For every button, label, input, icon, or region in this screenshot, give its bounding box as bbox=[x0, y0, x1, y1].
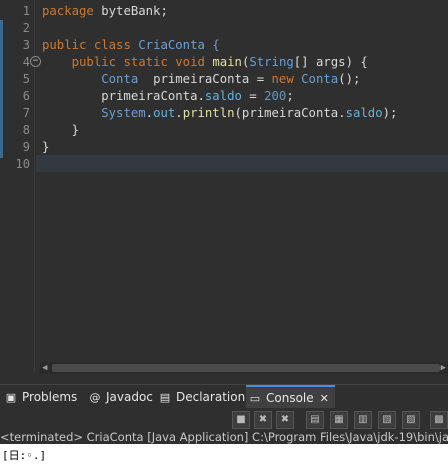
tab-problems[interactable]: ▣ Problems bbox=[4, 385, 78, 409]
open-console-icon[interactable]: ▩ bbox=[430, 411, 448, 429]
code-token: package bbox=[42, 4, 94, 18]
tab-label: Problems bbox=[22, 390, 78, 404]
tab-label: Console bbox=[266, 391, 314, 405]
code-token: String bbox=[249, 55, 294, 69]
code-token: public bbox=[42, 38, 87, 52]
code-token: new bbox=[271, 72, 294, 86]
code-token: byteBank; bbox=[93, 4, 168, 18]
code-editor[interactable]: − 1 package byteBank; 2 3 public class CriaC… bbox=[0, 0, 448, 380]
clear-console-icon[interactable]: ▨ bbox=[402, 411, 420, 429]
scroll-right-icon[interactable]: ▶ bbox=[441, 363, 446, 373]
word-wrap-icon[interactable]: ▥ bbox=[354, 411, 372, 429]
code-token: Conta bbox=[101, 72, 139, 86]
tab-console[interactable]: ▭ Console ✕ bbox=[246, 385, 335, 409]
bottom-panel-tabs: ▣ Problems @ Javadoc ▤ Declaration ▭ Console ✕ bbox=[0, 384, 448, 409]
tab-declaration[interactable]: ▤ Declaration bbox=[158, 385, 245, 409]
console-icon: ▭ bbox=[249, 392, 261, 405]
code-token: println bbox=[182, 106, 235, 120]
scroll-lock-icon[interactable]: ▦ bbox=[330, 411, 348, 429]
pin-console-icon[interactable]: ▧ bbox=[378, 411, 396, 429]
code-line[interactable]: public static void main(String[] args) { bbox=[42, 54, 368, 71]
code-token: System bbox=[101, 106, 146, 120]
line-number: 7 bbox=[22, 106, 30, 120]
line-number: 3 bbox=[22, 38, 30, 52]
code-token: public bbox=[71, 55, 117, 69]
console-toolbar: ■ ✖ ✖ ▤ ▦ ▥ ▧ ▨ ▩ bbox=[0, 408, 448, 430]
code-token: ; bbox=[286, 89, 294, 103]
line-number: 9 bbox=[22, 140, 30, 154]
code-token: (primeiraConta. bbox=[234, 106, 346, 120]
code-token: } bbox=[42, 140, 50, 154]
code-token: saldo bbox=[204, 89, 242, 103]
declaration-icon: ▤ bbox=[159, 391, 171, 404]
fold-toggle-icon[interactable]: − bbox=[30, 56, 41, 67]
code-token: . bbox=[175, 106, 183, 120]
show-console-icon[interactable]: ▤ bbox=[306, 411, 324, 429]
close-tab-icon[interactable]: ✕ bbox=[320, 392, 329, 405]
code-line[interactable]: Conta primeiraConta = new Conta(); bbox=[42, 71, 360, 88]
code-token: } bbox=[42, 123, 80, 137]
tab-label: Javadoc bbox=[106, 390, 153, 404]
line-number: 6 bbox=[22, 89, 30, 103]
scroll-left-icon[interactable]: ◀ bbox=[42, 363, 47, 373]
console-output-area[interactable]: [日:◦.] bbox=[0, 444, 448, 465]
code-line[interactable]: package byteBank; bbox=[42, 3, 168, 20]
line-number: 8 bbox=[22, 123, 30, 137]
code-token: primeiraConta. bbox=[42, 89, 205, 103]
terminate-icon[interactable]: ■ bbox=[232, 411, 250, 429]
remove-launch-icon[interactable]: ✖ bbox=[254, 411, 272, 429]
code-line[interactable]: primeiraConta.saldo = 200; bbox=[42, 88, 294, 105]
remove-all-icon[interactable]: ✖ bbox=[276, 411, 294, 429]
line-number: 10 bbox=[15, 157, 30, 171]
tab-label: Declaration bbox=[176, 390, 246, 404]
code-token: (); bbox=[338, 72, 361, 86]
current-line-highlight bbox=[36, 155, 448, 172]
console-status: <terminated> CriaConta [Java Application… bbox=[0, 430, 448, 444]
line-number: 2 bbox=[22, 21, 30, 35]
problems-icon: ▣ bbox=[5, 391, 17, 404]
console-output-text: [日:◦.] bbox=[2, 449, 47, 462]
javadoc-icon: @ bbox=[89, 391, 101, 404]
code-token: Conta bbox=[301, 72, 339, 86]
horizontal-scrollbar[interactable]: ◀ ▶ bbox=[40, 362, 448, 374]
code-token: static bbox=[123, 55, 168, 69]
tab-javadoc[interactable]: @ Javadoc bbox=[88, 385, 153, 409]
code-line[interactable]: } bbox=[42, 122, 79, 139]
code-token: ); bbox=[382, 106, 398, 120]
code-token: class bbox=[93, 38, 131, 52]
code-token: [] args) { bbox=[293, 55, 368, 69]
code-line[interactable]: } bbox=[42, 139, 49, 156]
code-token: = bbox=[241, 89, 265, 103]
code-line[interactable]: System.out.println(primeiraConta.saldo); bbox=[42, 105, 397, 122]
code-token: out bbox=[153, 106, 176, 120]
code-token: CriaConta { bbox=[130, 38, 220, 52]
line-number: 5 bbox=[22, 72, 30, 86]
code-token: primeiraConta = bbox=[138, 72, 272, 86]
code-token: . bbox=[145, 106, 154, 120]
code-token: saldo bbox=[345, 106, 383, 120]
code-token: main bbox=[212, 55, 242, 69]
code-line[interactable]: public class CriaConta { bbox=[42, 37, 220, 54]
code-token: void bbox=[175, 55, 205, 69]
line-number: 1 bbox=[22, 4, 30, 18]
line-number: 4 bbox=[22, 55, 30, 69]
scrollbar-thumb[interactable] bbox=[52, 364, 440, 372]
code-token: 200 bbox=[264, 89, 287, 103]
